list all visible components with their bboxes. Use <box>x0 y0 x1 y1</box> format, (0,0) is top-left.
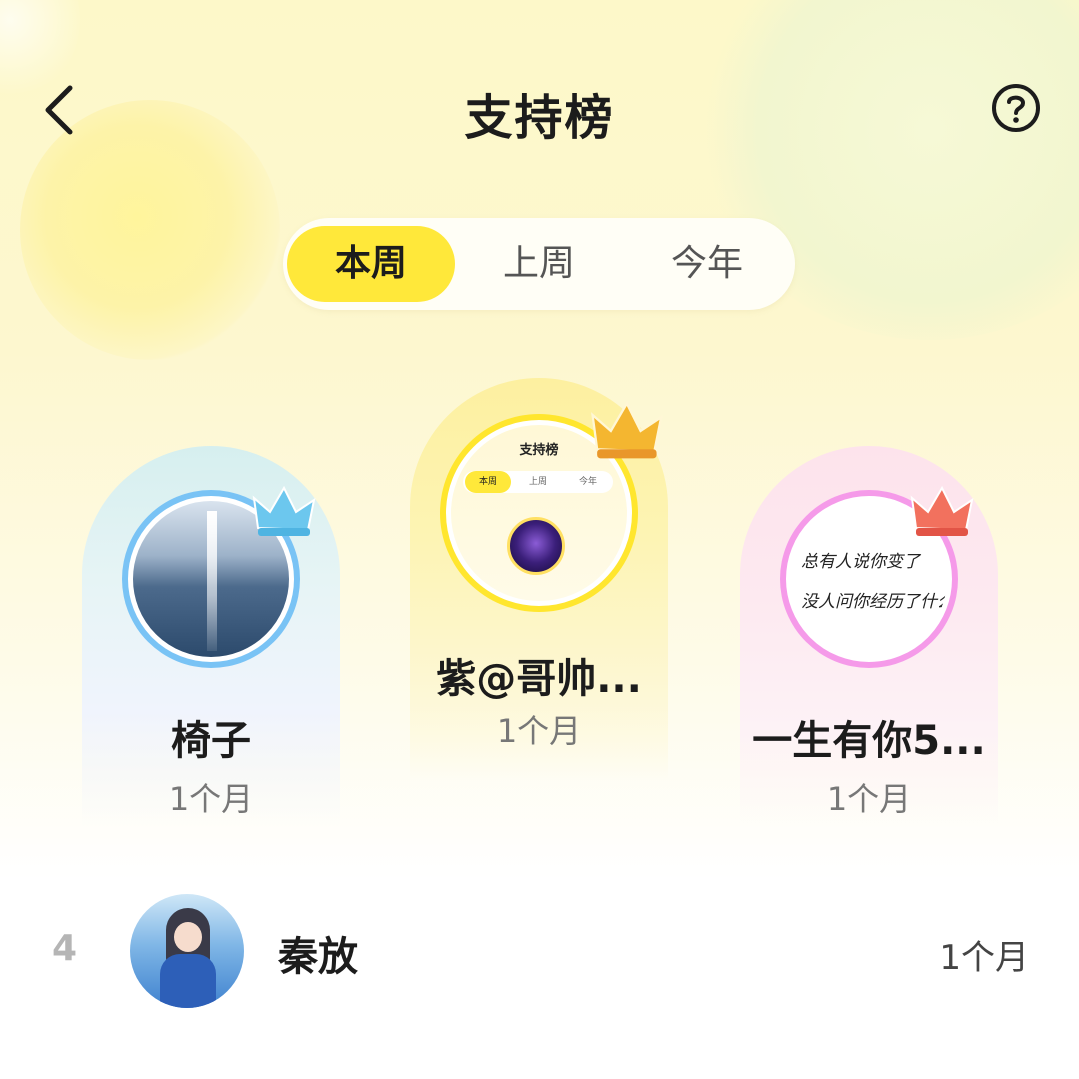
podium-rank-1[interactable]: 支持榜 本周 上周 今年 紫@哥帅... 1个月 <box>410 378 668 780</box>
avatar-dress-decoration <box>160 954 216 1008</box>
tab-this-year[interactable]: 今年 <box>623 226 791 302</box>
period-tabs: 本周 上周 今年 <box>283 218 795 310</box>
tab-last-week[interactable]: 上周 <box>455 226 623 302</box>
podium-duration: 1个月 <box>826 780 912 818</box>
crown-icon <box>252 485 316 536</box>
tab-this-week[interactable]: 本周 <box>287 226 455 302</box>
podium-duration: 1个月 <box>496 712 582 750</box>
list-item-name: 秦放 <box>278 934 358 980</box>
rank-number: 4 <box>52 928 78 969</box>
question-circle-icon <box>992 84 1040 132</box>
avatar-face-decoration <box>174 922 202 952</box>
page-title: 支持榜 <box>464 90 615 146</box>
podium-name: 一生有你5... <box>752 718 986 764</box>
podium-duration: 1个月 <box>168 780 254 818</box>
avatar-mini-tab: 上周 <box>528 477 547 487</box>
podium-name: 紫@哥帅... <box>436 656 642 702</box>
avatar-mini-tab: 本周 <box>465 471 511 493</box>
avatar-handwriting-line: 总有人说你变了 <box>801 552 920 572</box>
avatar-mini-tabs: 本周 上周 今年 <box>463 471 613 493</box>
list-item[interactable]: 4 秦放 1个月 <box>0 890 1079 1010</box>
podium-name: 椅子 <box>171 718 251 764</box>
podium-rank-3[interactable]: 总有人说你变了 没人问你经历了什么 一生有你5... 1个月 <box>740 446 998 826</box>
podium-rank-2[interactable]: 椅子 1个月 <box>82 446 340 826</box>
avatar-mini-portrait <box>507 517 565 575</box>
crown-icon <box>591 401 663 459</box>
avatar-handwriting-line: 没人问你经历了什么 <box>801 592 952 612</box>
avatar-mini-tab: 今年 <box>578 477 597 487</box>
crown-icon <box>910 485 974 536</box>
light-beam-decoration <box>207 511 217 651</box>
header: 支持榜 <box>0 60 1079 160</box>
avatar <box>130 894 244 1008</box>
help-button[interactable] <box>990 82 1042 134</box>
list-item-duration: 1个月 <box>939 938 1029 978</box>
